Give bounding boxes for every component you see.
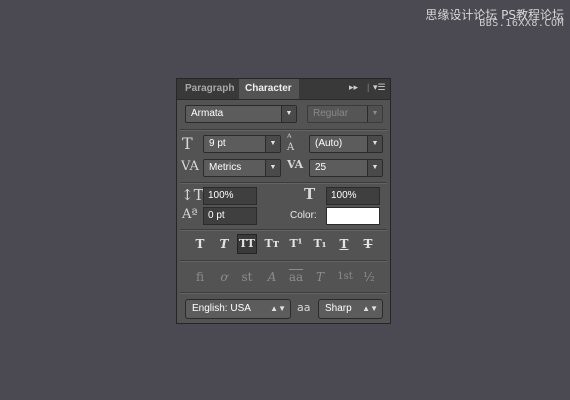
- kerning-select[interactable]: Metrics ▼: [203, 159, 281, 177]
- fractions-button[interactable]: ½: [359, 267, 379, 287]
- tracking-select[interactable]: 25 ▼: [309, 159, 383, 177]
- titling-alternates-button[interactable]: T: [310, 267, 330, 287]
- chevron-down-icon: ▼: [265, 160, 280, 176]
- font-style-select: Regular ▼: [307, 105, 383, 123]
- chevron-down-icon: ▼: [367, 136, 382, 152]
- strikethrough-button[interactable]: T: [358, 234, 378, 254]
- small-caps-button[interactable]: Tт: [262, 234, 282, 254]
- color-label: Color:: [290, 210, 317, 221]
- baseline-shift-icon: Aª: [182, 207, 198, 222]
- standard-ligatures-button[interactable]: fi: [190, 267, 210, 287]
- horizontal-scale-field[interactable]: 100%: [326, 187, 380, 205]
- font-size-icon: T: [182, 134, 193, 153]
- divider: [180, 260, 387, 262]
- ordinals-button[interactable]: 1st: [333, 267, 357, 287]
- tracking-icon: VA: [287, 158, 304, 171]
- chevron-down-icon: ▼: [281, 106, 296, 122]
- font-style-value: Regular: [313, 108, 349, 119]
- color-swatch[interactable]: [326, 207, 380, 225]
- faux-bold-button[interactable]: T: [190, 234, 210, 254]
- swash-button[interactable]: A: [262, 267, 282, 287]
- antialias-select[interactable]: Sharp ▲▼: [318, 299, 383, 319]
- panel-menu-icon[interactable]: ▾☰: [373, 82, 386, 93]
- divider: |: [367, 82, 370, 92]
- double-chevron-right-icon[interactable]: ▸▸: [349, 82, 358, 93]
- faux-italic-button[interactable]: T: [214, 234, 234, 254]
- font-family-select[interactable]: Armata ▼: [185, 105, 297, 123]
- leading-icon: ᴬA: [287, 133, 295, 153]
- divider: [180, 129, 387, 131]
- chevron-down-icon: ▼: [367, 106, 382, 122]
- language-select[interactable]: English: USA ▲▼: [185, 299, 291, 319]
- divider: [180, 182, 387, 184]
- watermark-line2: BBS.16XX8.COM: [479, 18, 564, 29]
- leading-value: (Auto): [315, 138, 343, 149]
- chevron-down-icon: ▼: [367, 160, 382, 176]
- vertical-scale-icon: ↕T: [181, 186, 204, 204]
- updown-arrows-icon: ▲▼: [362, 304, 378, 313]
- divider: [180, 292, 387, 294]
- tab-character[interactable]: Character: [239, 79, 299, 99]
- divider: [180, 229, 387, 231]
- superscript-button[interactable]: T¹: [286, 234, 306, 254]
- vertical-scale-field[interactable]: 100%: [203, 187, 257, 205]
- antialias-icon: aa: [297, 301, 311, 314]
- tab-paragraph[interactable]: Paragraph: [179, 79, 239, 99]
- all-caps-button[interactable]: TT: [237, 234, 257, 254]
- underline-button[interactable]: T: [334, 234, 354, 254]
- subscript-button[interactable]: T₁: [310, 234, 330, 254]
- contextual-alternates-button[interactable]: ơ: [214, 267, 234, 287]
- stylistic-alternates-button[interactable]: aa: [286, 267, 306, 287]
- font-family-value: Armata: [191, 108, 224, 119]
- antialias-value: Sharp: [325, 303, 352, 314]
- discretionary-ligatures-button[interactable]: st: [237, 267, 257, 287]
- leading-select[interactable]: (Auto) ▼: [309, 135, 383, 153]
- language-value: English: USA: [192, 303, 251, 314]
- baseline-shift-field[interactable]: 0 pt: [203, 207, 257, 225]
- kerning-icon: VA: [181, 159, 199, 174]
- horizontal-scale-icon: T: [304, 185, 316, 203]
- character-panel: Paragraph Character ▸▸ | ▾☰ Armata ▼ Reg…: [176, 78, 391, 324]
- kerning-value: Metrics: [209, 162, 242, 173]
- font-size-select[interactable]: 9 pt ▼: [203, 135, 281, 153]
- chevron-down-icon: ▼: [265, 136, 280, 152]
- font-size-value: 9 pt: [209, 138, 226, 149]
- panel-tabbar: Paragraph Character ▸▸ | ▾☰: [177, 79, 390, 100]
- updown-arrows-icon: ▲▼: [270, 304, 286, 313]
- tracking-value: 25: [315, 162, 327, 173]
